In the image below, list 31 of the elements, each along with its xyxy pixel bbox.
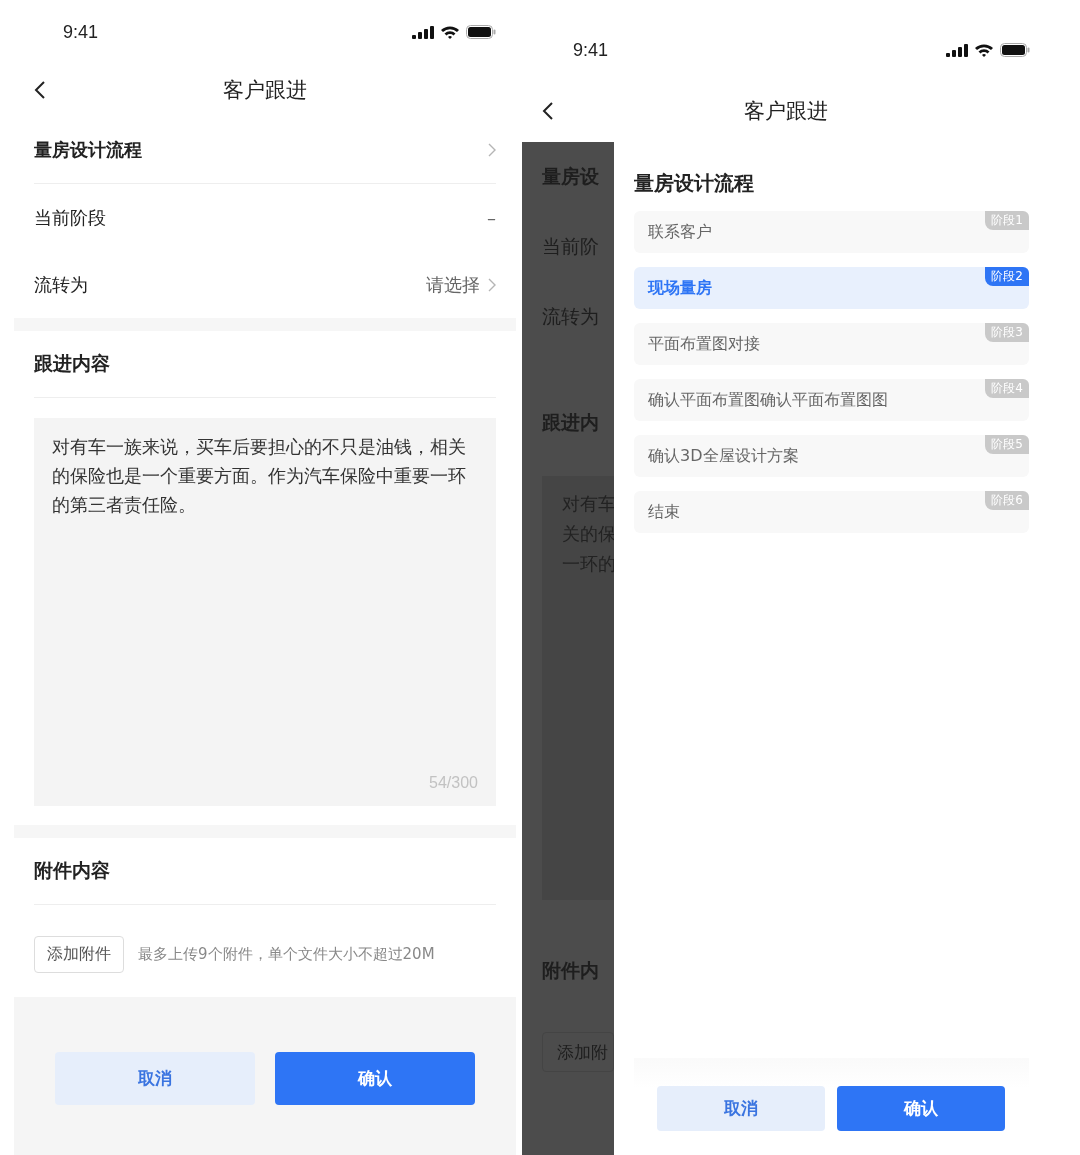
cancel-button[interactable]: 取消 — [657, 1086, 825, 1131]
drawer-title: 量房设计流程 — [634, 170, 755, 197]
signal-icon — [946, 43, 968, 57]
field-value: 对有车一族来说，买车后要担心的不只是油钱，相关的保险也是一个重要方面。作为汽车保险中重要一环的第三者责任险。 — [52, 435, 467, 517]
battery-icon — [1000, 43, 1030, 57]
wifi-icon — [440, 25, 460, 39]
wifi-icon — [974, 43, 994, 57]
page-title: 客户跟进 — [744, 98, 828, 125]
row-label: 量房设计流程 — [34, 137, 142, 162]
upload-hint: 最多上传9个附件，单个文件大小不超过20M — [138, 945, 435, 964]
stage-option[interactable]: 现场量房 阶段2 — [634, 267, 1029, 309]
row-label: 当前阶段 — [34, 205, 106, 230]
battery-icon — [466, 25, 496, 39]
status-time: 9:41 — [63, 21, 99, 43]
back-icon[interactable] — [542, 101, 554, 121]
page-title: 客户跟进 — [223, 77, 307, 104]
confirm-button[interactable]: 确认 — [837, 1086, 1005, 1131]
chevron-right-icon — [488, 142, 496, 157]
signal-icon — [412, 25, 434, 39]
cancel-button[interactable]: 取消 — [55, 1052, 255, 1105]
row-value: – — [487, 207, 496, 228]
stage-badge: 阶段2 — [985, 267, 1029, 286]
select-value[interactable]: 请选择 — [426, 272, 480, 297]
status-time: 9:41 — [573, 39, 609, 61]
section-title: 跟进内容 — [34, 351, 110, 376]
add-attachment-button[interactable]: 添加附件 — [34, 936, 124, 973]
section-title: 附件内容 — [34, 858, 110, 883]
chevron-right-icon — [488, 277, 496, 292]
back-icon[interactable] — [34, 80, 46, 100]
confirm-button[interactable]: 确认 — [275, 1052, 475, 1105]
row-label: 流转为 — [34, 272, 88, 297]
